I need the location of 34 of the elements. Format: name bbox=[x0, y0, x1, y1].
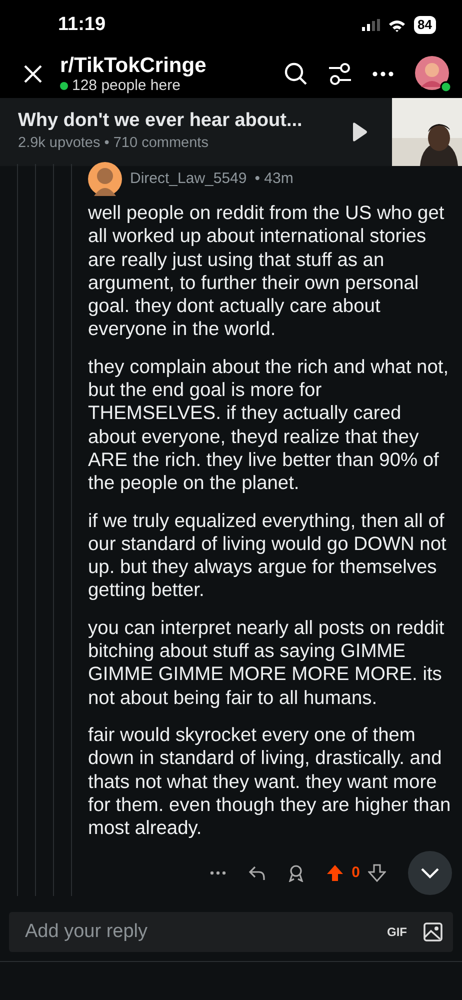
signal-icon bbox=[362, 19, 380, 31]
online-count: 128 people here bbox=[72, 76, 180, 94]
vote-count: 0 bbox=[352, 863, 360, 884]
comment-paragraph: you can interpret nearly all posts on reddit bitching about stuff as saying GIMME GIMME GIMME MORE MORE MORE. its not about being fair to all humans. bbox=[88, 616, 446, 710]
comment-age: • 43m bbox=[254, 168, 294, 189]
post-title[interactable]: Why don't we ever hear about... bbox=[18, 109, 350, 134]
more-icon[interactable] bbox=[372, 71, 394, 77]
status-time: 11:19 bbox=[58, 12, 106, 37]
scroll-down-button[interactable] bbox=[408, 851, 452, 896]
comment-paragraph: they complain about the rich and what not, but the end goal is more for THEMSELVES. if they actually cared about everyone, theyd realize that they ARE the rich. they live better than 90% of the people on the planet. bbox=[88, 356, 450, 496]
gif-button[interactable]: GIF bbox=[387, 923, 407, 942]
more-icon[interactable] bbox=[210, 871, 226, 876]
sliders-icon[interactable] bbox=[328, 62, 352, 86]
online-dot-icon bbox=[60, 82, 68, 90]
user-avatar-icon[interactable] bbox=[88, 162, 122, 196]
downvote-icon[interactable] bbox=[368, 864, 386, 882]
wifi-icon bbox=[388, 18, 406, 32]
battery-level: 84 bbox=[414, 16, 436, 34]
comment-paragraph: well people on reddit from the US who get all worked up about international stories are really just using that stuff as an argument, to further their own personal goal. they dont actually care about everyone in the world. bbox=[88, 202, 446, 342]
image-icon[interactable] bbox=[423, 922, 443, 942]
play-icon[interactable] bbox=[350, 122, 368, 142]
reply-field[interactable]: Add your reply GIF bbox=[9, 912, 453, 952]
upvote-icon[interactable] bbox=[326, 864, 344, 882]
avatar-icon[interactable] bbox=[414, 55, 452, 93]
close-icon[interactable] bbox=[22, 63, 44, 85]
comment-paragraph: fair would skyrocket every one of them down in standard of living, drastically. and thats not what they want. they want more for them. even though they are higher than most already. bbox=[88, 724, 452, 840]
comment-author[interactable]: Direct_Law_5549 bbox=[130, 168, 247, 190]
award-icon[interactable] bbox=[288, 864, 304, 882]
reply-icon[interactable] bbox=[248, 865, 266, 882]
comment-paragraph: if we truly equalized everything, then all of our standard of living would go DOWN not up. but they always argue for themselves getting better. bbox=[88, 510, 448, 603]
chevron-down-icon bbox=[420, 867, 440, 880]
subreddit-name[interactable]: r/TikTokCringe bbox=[60, 54, 284, 76]
post-stats: 2.9k upvotes • 710 comments bbox=[18, 134, 210, 154]
search-icon[interactable] bbox=[284, 62, 308, 86]
